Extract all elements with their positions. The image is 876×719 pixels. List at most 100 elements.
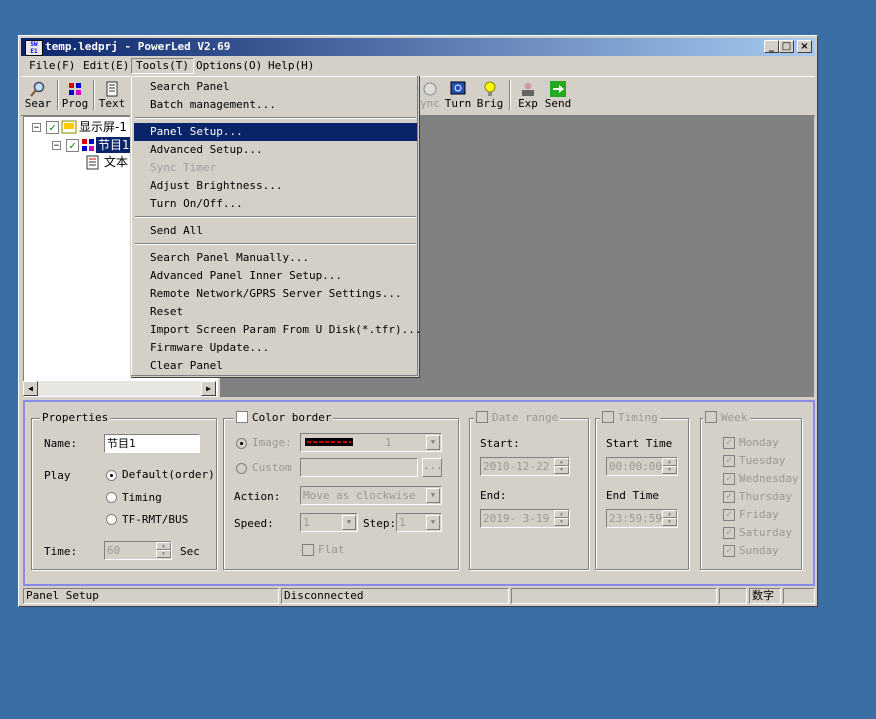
- sunday-checkbox[interactable]: ✓: [723, 545, 735, 557]
- start-date-spinner[interactable]: ▲ ▼: [554, 458, 569, 475]
- menu-item-search-panel[interactable]: Search Panel: [134, 78, 417, 96]
- friday-checkbox[interactable]: ✓: [723, 509, 735, 521]
- step-select[interactable]: 1 ▼: [396, 513, 442, 532]
- action-select[interactable]: Move as clockwise ▼: [300, 486, 442, 505]
- wednesday-checkbox[interactable]: ✓: [723, 473, 735, 485]
- date-range-checkbox[interactable]: [476, 411, 488, 423]
- image-radio[interactable]: [236, 438, 247, 449]
- wednesday-label[interactable]: Wednesday: [739, 472, 799, 485]
- tree-horizontal-scrollbar[interactable]: ◀ ▶: [23, 381, 216, 396]
- menu-item-advanced-setup[interactable]: Advanced Setup...: [134, 141, 417, 159]
- start-date-input[interactable]: 2010-12-22 ▲ ▼: [480, 457, 570, 476]
- menu-item-advanced-panel-inner-setup[interactable]: Advanced Panel Inner Setup...: [134, 267, 417, 285]
- maximize-button[interactable]: □: [779, 40, 794, 53]
- menu-item-panel-setup[interactable]: Panel Setup...: [134, 123, 417, 141]
- menu-help[interactable]: Help(H): [264, 58, 318, 74]
- play-tf-rmt-radio[interactable]: [106, 514, 117, 525]
- menu-item-adjust-brightness[interactable]: Adjust Brightness...: [134, 177, 417, 195]
- play-tf-rmt-label[interactable]: TF-RMT/BUS: [122, 513, 188, 526]
- name-input[interactable]: 节目1: [104, 434, 200, 453]
- time-input[interactable]: 60 ▲ ▼: [104, 541, 172, 560]
- tree-item-screen[interactable]: 显示屏-1: [79, 119, 127, 135]
- end-time-spinner[interactable]: ▲ ▼: [662, 510, 677, 527]
- start-date-value: 2010-12-22: [483, 460, 550, 473]
- screen-icon: [61, 120, 77, 134]
- export-button[interactable]: Exp: [511, 79, 545, 113]
- title-bar[interactable]: SW E1 temp.ledprj - PowerLed V2.69 _ □ ×: [21, 38, 815, 56]
- play-label: Play: [44, 469, 71, 482]
- menu-tools[interactable]: Tools(T): [131, 58, 194, 74]
- end-time-input[interactable]: 23:59:59 ▲ ▼: [606, 509, 678, 528]
- menu-item-search-panel-manually[interactable]: Search Panel Manually...: [134, 249, 417, 267]
- end-time-value: 23:59:59: [609, 512, 662, 525]
- color-border-checkbox[interactable]: [236, 411, 248, 423]
- screen-checkbox[interactable]: ✓: [46, 121, 59, 134]
- tree-item-program[interactable]: 节目1: [96, 137, 132, 153]
- custom-label[interactable]: Custom: [252, 461, 292, 474]
- send-button[interactable]: Send: [541, 79, 575, 113]
- browse-button[interactable]: ...: [422, 458, 443, 477]
- play-default-radio[interactable]: [106, 470, 117, 481]
- image-select[interactable]: 1 ▼: [300, 433, 442, 452]
- monday-checkbox[interactable]: ✓: [723, 437, 735, 449]
- end-date-input[interactable]: 2019- 3-19 ▲ ▼: [480, 509, 570, 528]
- thursday-label[interactable]: Thursday: [739, 490, 792, 503]
- scroll-left-button[interactable]: ◀: [23, 381, 38, 396]
- timing-checkbox[interactable]: [602, 411, 614, 423]
- menu-item-remote-network-settings[interactable]: Remote Network/GPRS Server Settings...: [134, 285, 417, 303]
- monday-label[interactable]: Monday: [739, 436, 779, 449]
- sunday-label[interactable]: Sunday: [739, 544, 779, 557]
- menu-options[interactable]: Options(O): [192, 58, 266, 74]
- saturday-checkbox[interactable]: ✓: [723, 527, 735, 539]
- chevron-down-icon[interactable]: ▼: [426, 515, 440, 530]
- flat-checkbox[interactable]: [302, 544, 314, 556]
- play-default-label[interactable]: Default(order): [122, 468, 215, 481]
- minimize-button[interactable]: _: [764, 40, 779, 53]
- menu-item-import-screen-param[interactable]: Import Screen Param From U Disk(*.tfr)..…: [134, 321, 422, 339]
- start-time-spinner[interactable]: ▲ ▼: [662, 458, 677, 475]
- tree-collapse-toggle[interactable]: −: [32, 123, 41, 133]
- flat-label[interactable]: Flat: [318, 543, 345, 556]
- menu-edit[interactable]: Edit(E): [79, 58, 133, 74]
- color-border-group: Color border Image: 1 ▼ Custom ... Actio…: [223, 411, 459, 570]
- chevron-down-icon[interactable]: ▼: [426, 488, 440, 503]
- time-spinner[interactable]: ▲ ▼: [156, 542, 171, 559]
- program-checkbox[interactable]: ✓: [66, 139, 79, 152]
- tree-item-text[interactable]: 文本: [104, 154, 128, 170]
- program-button[interactable]: Prog: [58, 79, 92, 113]
- start-time-input[interactable]: 00:00:00 ▲ ▼: [606, 457, 678, 476]
- scroll-right-button[interactable]: ▶: [201, 381, 216, 396]
- tuesday-label[interactable]: Tuesday: [739, 454, 785, 467]
- menu-item-reset[interactable]: Reset: [134, 303, 417, 321]
- saturday-label[interactable]: Saturday: [739, 526, 792, 539]
- menu-item-firmware-update[interactable]: Firmware Update...: [134, 339, 417, 357]
- menu-item-send-all[interactable]: Send All: [134, 222, 417, 240]
- friday-label[interactable]: Friday: [739, 508, 779, 521]
- play-timing-label[interactable]: Timing: [122, 491, 162, 504]
- custom-path-input[interactable]: [300, 458, 418, 477]
- menu-file[interactable]: File(F): [25, 58, 79, 74]
- menu-item-batch-management[interactable]: Batch management...: [134, 96, 417, 114]
- custom-radio[interactable]: [236, 463, 247, 474]
- chevron-down-icon[interactable]: ▼: [342, 515, 356, 530]
- thursday-checkbox[interactable]: ✓: [723, 491, 735, 503]
- chevron-down-icon[interactable]: ▼: [426, 435, 440, 450]
- time-value: 60: [107, 544, 121, 557]
- image-label[interactable]: Image:: [252, 436, 292, 449]
- week-checkbox[interactable]: [705, 411, 717, 423]
- brightness-button[interactable]: Brig: [473, 79, 507, 113]
- text-button[interactable]: Text: [95, 79, 129, 113]
- time-unit: Sec: [180, 545, 200, 558]
- tuesday-checkbox[interactable]: ✓: [723, 455, 735, 467]
- menu-item-turn-on-off[interactable]: Turn On/Off...: [134, 195, 417, 213]
- turn-button[interactable]: Turn: [441, 79, 475, 113]
- menu-item-sync-timer[interactable]: Sync Timer: [134, 159, 417, 177]
- send-arrow-icon: [550, 81, 566, 97]
- search-button[interactable]: Sear: [21, 79, 55, 113]
- play-timing-radio[interactable]: [106, 492, 117, 503]
- end-date-spinner[interactable]: ▲ ▼: [554, 510, 569, 527]
- speed-select[interactable]: 1 ▼: [300, 513, 358, 532]
- menu-item-clear-panel[interactable]: Clear Panel: [134, 357, 417, 375]
- tree-collapse-toggle[interactable]: −: [52, 141, 61, 151]
- close-button[interactable]: ×: [797, 40, 812, 53]
